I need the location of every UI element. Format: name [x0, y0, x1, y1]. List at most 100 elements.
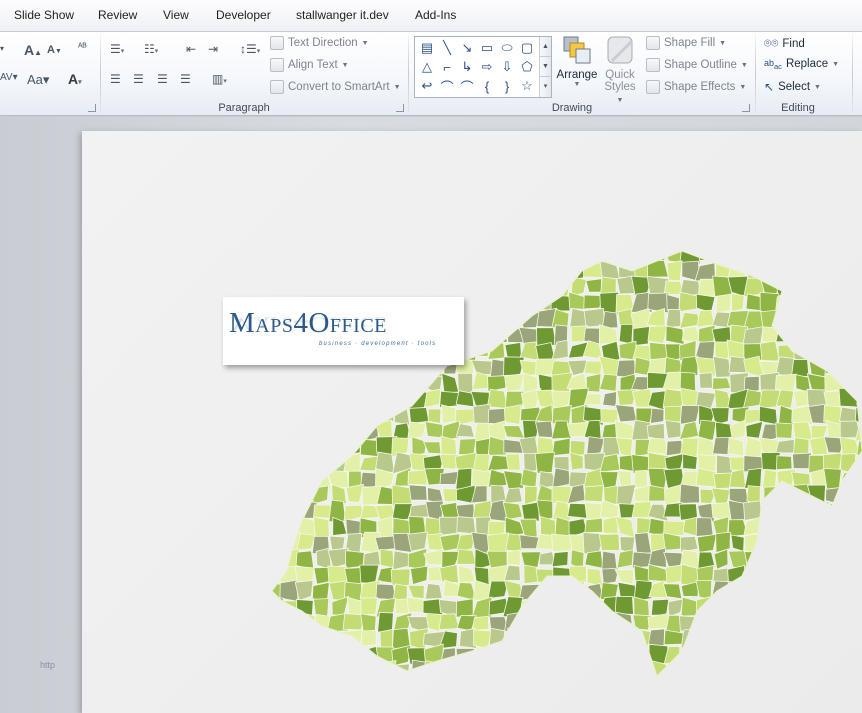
line-shape[interactable]: ╲ — [437, 39, 457, 57]
shrink-font-icon[interactable]: A▼ — [47, 44, 62, 56]
tab-slide-show[interactable]: Slide Show — [14, 8, 74, 22]
municipality-cell — [823, 580, 844, 602]
scroll-down-icon[interactable]: ▼ — [540, 57, 551, 77]
pentagon-shape[interactable]: ⬠ — [517, 58, 537, 76]
gallery-more-icon[interactable]: ▾ — [540, 77, 551, 97]
shapes-gallery-scroll[interactable]: ▲ ▼ ▾ — [539, 37, 551, 97]
municipality-cell — [313, 598, 330, 618]
replace-button[interactable]: abac Replace ▼ — [764, 58, 839, 71]
municipality-cell — [391, 259, 409, 282]
municipality-cell — [251, 425, 268, 442]
tab-add-ins[interactable]: Add-Ins — [415, 8, 456, 22]
municipality-cell — [777, 251, 796, 266]
municipality-cell — [376, 231, 396, 248]
shape-effects-button[interactable]: Shape Effects ▼ — [646, 80, 746, 94]
municipality-cell — [775, 325, 797, 343]
municipality-cell — [727, 612, 748, 635]
font-color-icon[interactable]: A▾ — [68, 71, 82, 87]
tab-stallwanger[interactable]: stallwanger it.dev — [296, 8, 389, 22]
municipality-cell — [744, 646, 764, 666]
municipality-cell — [828, 568, 843, 581]
rectangle-shape[interactable]: ▭ — [477, 39, 497, 57]
municipality-cell — [216, 231, 235, 248]
municipality-cell — [458, 564, 477, 583]
municipality-cell — [806, 630, 825, 649]
arc-shape[interactable]: ⌒ — [457, 77, 477, 95]
align-left-icon[interactable]: ☰ — [110, 72, 121, 86]
arrange-button[interactable]: Arrange ▼ — [555, 34, 599, 88]
grow-font-icon[interactable]: A▲ — [24, 42, 42, 58]
character-spacing-icon[interactable]: AV▾ — [0, 72, 18, 83]
find-button[interactable]: ⌾⌾ Find — [764, 36, 805, 51]
municipality-cell — [729, 251, 748, 266]
municipality-cell — [202, 231, 218, 249]
municipality-cell — [272, 552, 281, 570]
text-box-shape[interactable]: ▤ — [417, 39, 437, 57]
paragraph-dialog-launcher-icon[interactable] — [396, 104, 404, 112]
municipality-cell — [744, 565, 765, 585]
quick-styles-button[interactable]: Quick Styles ▼ — [600, 34, 640, 105]
curved-connector-shape[interactable]: ⌒ — [437, 77, 457, 95]
text-direction-label: Text Direction — [288, 37, 358, 49]
oval-shape[interactable]: ⬭ — [497, 39, 517, 57]
text-direction-button[interactable]: Text Direction ▼ — [270, 36, 369, 50]
municipality-cell — [235, 406, 250, 421]
slide-canvas[interactable]: Maps4Office Maps4Office business · devel… — [82, 131, 862, 713]
municipality-cell — [855, 259, 862, 280]
municipality-cell — [328, 423, 348, 441]
shape-fill-button[interactable]: Shape Fill ▼ — [646, 36, 726, 50]
elbow-connector-shape[interactable]: ⌐ — [437, 58, 457, 76]
shapes-gallery[interactable]: ▤ ╲ ↘ ▭ ⬭ ▢ △ ⌐ ↳ ⇨ ⇩ ⬠ ↩ ⌒ ⌒{} ☆ ▲ ▼ ▾ — [414, 36, 552, 98]
left-brace-shape[interactable]: { — [477, 77, 497, 95]
line-spacing-icon[interactable]: ↕☰▾ — [240, 42, 260, 56]
bullets-icon[interactable]: ☰▾ — [110, 42, 124, 56]
align-text-button[interactable]: Align Text ▼ — [270, 58, 349, 72]
decrease-indent-icon[interactable]: ⇤ — [186, 42, 196, 56]
arrow-line-shape[interactable]: ↘ — [457, 39, 477, 57]
numbering-icon[interactable]: ☷▾ — [144, 42, 158, 56]
tab-developer[interactable]: Developer — [216, 8, 271, 22]
municipality-cell — [272, 500, 285, 522]
star-shape[interactable]: ☆ — [517, 77, 537, 95]
municipality-cell — [727, 677, 749, 691]
right-arrow-shape[interactable]: ⇨ — [477, 58, 497, 76]
justify-icon[interactable]: ☰ — [180, 72, 191, 86]
drawing-dialog-launcher-icon[interactable] — [742, 104, 750, 112]
municipality-cell — [295, 436, 317, 459]
tab-view[interactable]: View — [163, 8, 189, 22]
curve-arrow-shape[interactable]: ↩ — [417, 77, 437, 95]
municipality-cell — [311, 404, 334, 427]
shape-outline-button[interactable]: Shape Outline ▼ — [646, 58, 748, 72]
municipality-cell — [345, 259, 365, 278]
maps4office-logo[interactable]: Maps4Office Maps4Office business · devel… — [223, 297, 464, 365]
municipality-cell — [795, 231, 812, 249]
select-button[interactable]: ↖ Select ▼ — [764, 80, 821, 94]
tab-review[interactable]: Review — [98, 8, 137, 22]
municipality-cell — [742, 661, 764, 676]
right-brace-shape[interactable]: } — [497, 77, 517, 95]
municipality-cell — [272, 388, 284, 411]
municipality-cell — [808, 251, 827, 264]
triangle-shape[interactable]: △ — [417, 58, 437, 76]
convert-smartart-button[interactable]: Convert to SmartArt ▼ — [270, 80, 401, 94]
down-arrow-shape[interactable]: ⇩ — [497, 58, 517, 76]
columns-icon[interactable]: ▥▾ — [212, 72, 227, 86]
municipality-cell — [855, 662, 862, 676]
municipality-cell — [790, 631, 812, 648]
align-center-icon[interactable]: ☰ — [133, 72, 144, 86]
municipality-cell — [295, 419, 317, 443]
font-size-dropdown-icon[interactable]: ▾ — [0, 44, 4, 53]
municipality-cell — [438, 613, 460, 631]
municipality-cell — [234, 373, 249, 390]
change-case-icon[interactable]: Aa▾ — [27, 72, 49, 88]
scroll-up-icon[interactable]: ▲ — [540, 37, 551, 57]
rounded-rectangle-shape[interactable]: ▢ — [517, 39, 537, 57]
municipality-cell — [792, 339, 810, 362]
municipality-cell — [809, 549, 826, 567]
align-right-icon[interactable]: ☰ — [157, 72, 168, 86]
increase-indent-icon[interactable]: ⇥ — [208, 42, 218, 56]
clear-formatting-icon[interactable]: ᴬᴮ — [78, 42, 87, 53]
font-dialog-launcher-icon[interactable] — [88, 104, 96, 112]
elbow-arrow-shape[interactable]: ↳ — [457, 58, 477, 76]
municipality-cell — [694, 613, 714, 632]
